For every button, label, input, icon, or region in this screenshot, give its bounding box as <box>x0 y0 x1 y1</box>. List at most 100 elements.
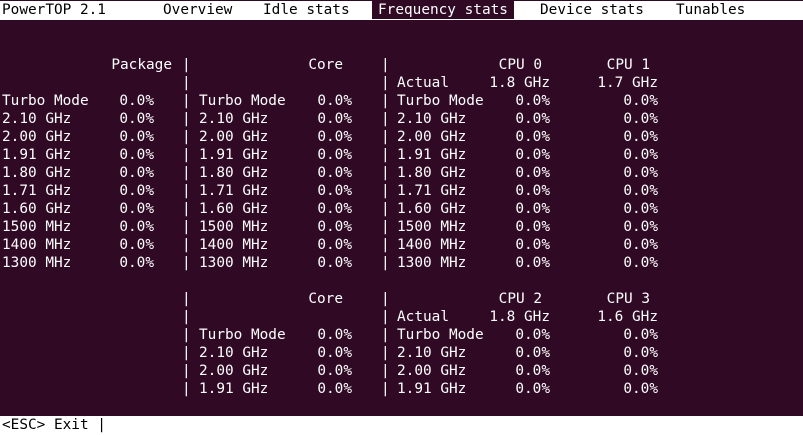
column-separator: | <box>182 165 191 181</box>
tab-frequency-stats[interactable]: Frequency stats <box>372 1 514 19</box>
package-percent: 0.0% <box>119 255 154 271</box>
package-freq-label: 1500 MHz <box>2 219 72 235</box>
column-separator: | <box>182 75 191 91</box>
core-freq-label: 2.00 GHz <box>199 129 269 145</box>
cpu-freq-label: 1300 MHz <box>397 255 467 271</box>
core-percent: 0.0% <box>317 93 352 109</box>
cpu1-percent: 0.0% <box>623 219 658 235</box>
column-separator: | <box>182 237 191 253</box>
cpu1-header: CPU 1 <box>606 57 650 73</box>
cpu1-percent: 0.0% <box>623 201 658 217</box>
cpu-freq-label: Turbo Mode <box>397 93 484 109</box>
column-separator: | <box>381 363 390 379</box>
column-separator: | <box>381 201 390 217</box>
package-freq-label: 2.10 GHz <box>2 111 72 127</box>
cpu2-percent: 0.0% <box>515 345 550 361</box>
core-freq-label: 1.80 GHz <box>199 165 269 181</box>
core-percent: 0.0% <box>317 129 352 145</box>
tab-tunables[interactable]: Tunables <box>676 1 745 19</box>
column-separator: | <box>182 147 191 163</box>
column-separator: | <box>381 57 390 73</box>
package-header: Package <box>111 57 172 73</box>
package-freq-label: 1.80 GHz <box>2 165 72 181</box>
cpu0-percent: 0.0% <box>515 165 550 181</box>
cpu-freq-label: 2.10 GHz <box>397 111 467 127</box>
core-freq-label: Turbo Mode <box>199 327 286 343</box>
package-freq-label: 1300 MHz <box>2 255 72 271</box>
column-separator: | <box>381 291 390 307</box>
core-freq-label: 2.00 GHz <box>199 363 269 379</box>
package-percent: 0.0% <box>119 111 154 127</box>
column-separator: | <box>182 93 191 109</box>
column-separator: | <box>182 345 191 361</box>
cpu3-percent: 0.0% <box>623 327 658 343</box>
cpu3-actual: 1.6 GHz <box>597 309 658 325</box>
core-freq-label: 1300 MHz <box>199 255 269 271</box>
cpu-freq-label: 1.80 GHz <box>397 165 467 181</box>
cpu0-percent: 0.0% <box>515 111 550 127</box>
cpu0-percent: 0.0% <box>515 237 550 253</box>
cpu2-percent: 0.0% <box>515 327 550 343</box>
core-freq-label: 1.60 GHz <box>199 201 269 217</box>
package-percent: 0.0% <box>119 129 154 145</box>
cpu2-percent: 0.0% <box>515 363 550 379</box>
cpu-freq-label: Turbo Mode <box>397 327 484 343</box>
exit-hint[interactable]: <ESC> Exit | <box>2 416 106 434</box>
package-percent: 0.0% <box>119 237 154 253</box>
cpu3-percent: 0.0% <box>623 363 658 379</box>
core-percent: 0.0% <box>317 363 352 379</box>
column-separator: | <box>182 363 191 379</box>
cpu2-percent: 0.0% <box>515 381 550 397</box>
core-percent: 0.0% <box>317 219 352 235</box>
tab-device-stats[interactable]: Device stats <box>540 1 644 19</box>
column-separator: | <box>182 183 191 199</box>
core-percent: 0.0% <box>317 165 352 181</box>
column-separator: | <box>381 219 390 235</box>
column-separator: | <box>381 345 390 361</box>
core-percent: 0.0% <box>317 345 352 361</box>
cpu0-percent: 0.0% <box>515 201 550 217</box>
core-percent: 0.0% <box>317 381 352 397</box>
column-separator: | <box>182 291 191 307</box>
actual-label: Actual <box>397 75 449 91</box>
cpu1-percent: 0.0% <box>623 147 658 163</box>
cpu3-percent: 0.0% <box>623 345 658 361</box>
tab-idle-stats[interactable]: Idle stats <box>263 1 350 19</box>
column-separator: | <box>182 327 191 343</box>
cpu0-percent: 0.0% <box>515 147 550 163</box>
cpu1-percent: 0.0% <box>623 237 658 253</box>
package-percent: 0.0% <box>119 93 154 109</box>
column-separator: | <box>182 57 191 73</box>
core-freq-label: 1.91 GHz <box>199 147 269 163</box>
package-freq-label: 1.71 GHz <box>2 183 72 199</box>
core-freq-label: 1400 MHz <box>199 237 269 253</box>
package-percent: 0.0% <box>119 219 154 235</box>
cpu0-percent: 0.0% <box>515 93 550 109</box>
footer-bar <box>0 416 803 435</box>
core-freq-label: 1.91 GHz <box>199 381 269 397</box>
core-freq-label: 1500 MHz <box>199 219 269 235</box>
cpu-freq-label: 1.71 GHz <box>397 183 467 199</box>
cpu1-percent: 0.0% <box>623 129 658 145</box>
cpu1-actual: 1.7 GHz <box>597 75 658 91</box>
cpu0-percent: 0.0% <box>515 255 550 271</box>
column-separator: | <box>381 255 390 271</box>
column-separator: | <box>182 309 191 325</box>
column-separator: | <box>381 183 390 199</box>
column-separator: | <box>381 75 390 91</box>
cpu-freq-label: 1.60 GHz <box>397 201 467 217</box>
package-freq-label: 1.91 GHz <box>2 147 72 163</box>
core-freq-label: Turbo Mode <box>199 93 286 109</box>
app-title: PowerTOP 2.1 <box>2 2 106 18</box>
core-percent: 0.0% <box>317 183 352 199</box>
column-separator: | <box>381 327 390 343</box>
cpu-freq-label: 2.00 GHz <box>397 363 467 379</box>
tab-overview[interactable]: Overview <box>163 1 232 19</box>
cpu1-percent: 0.0% <box>623 111 658 127</box>
core-percent: 0.0% <box>317 237 352 253</box>
cpu-freq-label: 2.10 GHz <box>397 345 467 361</box>
core-percent: 0.0% <box>317 201 352 217</box>
cpu1-percent: 0.0% <box>623 183 658 199</box>
package-percent: 0.0% <box>119 183 154 199</box>
package-percent: 0.0% <box>119 147 154 163</box>
